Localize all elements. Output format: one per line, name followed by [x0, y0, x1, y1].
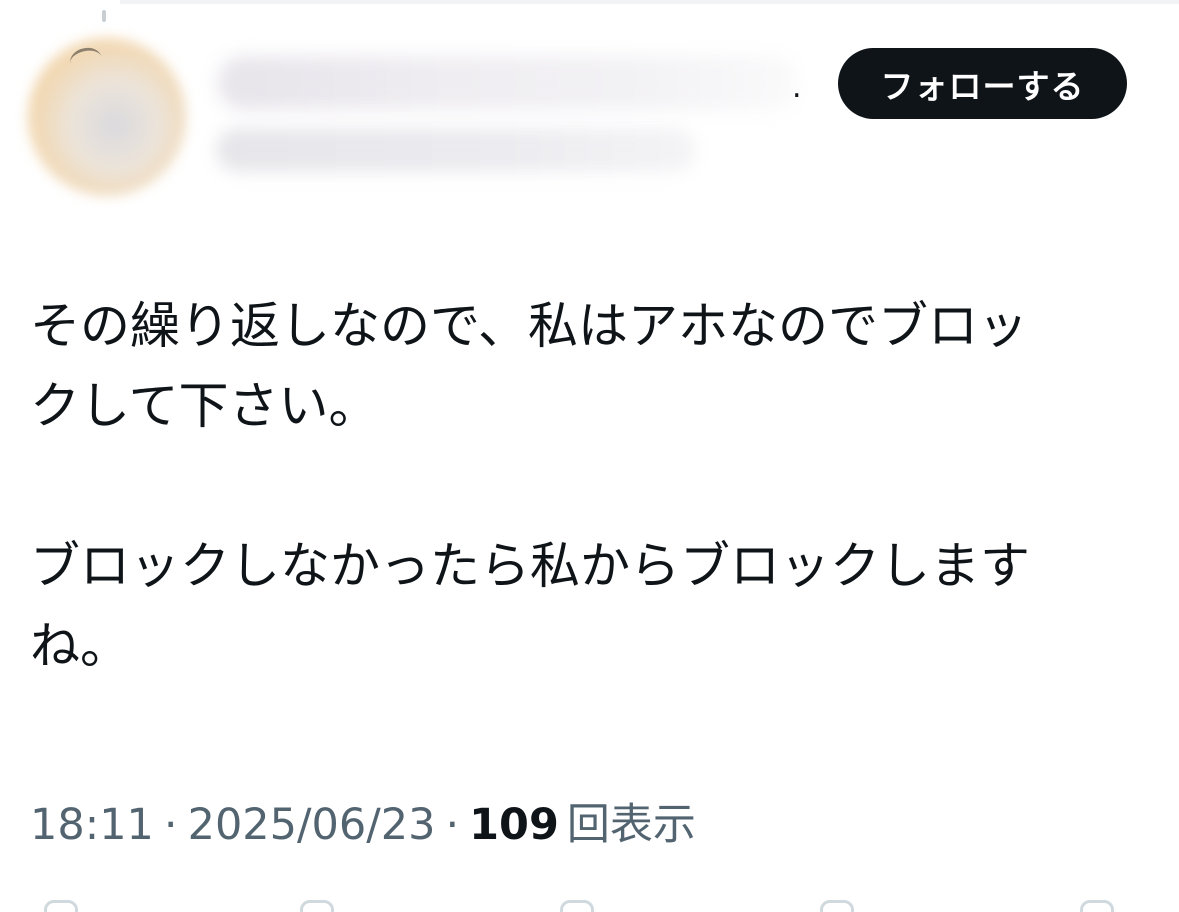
post-text-line: ね。 [30, 617, 130, 675]
post-text: その繰り返しなので、私はアホなのでブロッ クして下さい。 ブロックしなかったら私… [30, 286, 1155, 686]
post-date[interactable]: 2025/06/23 [188, 800, 436, 850]
views-label: 回表示 [566, 800, 696, 850]
like-icon[interactable] [560, 900, 594, 912]
post-text-line: クして下さい。 [30, 377, 379, 435]
username-redacted[interactable] [216, 128, 696, 172]
share-icon[interactable] [1080, 900, 1114, 912]
meta-separator: · [445, 800, 460, 850]
thread-connector [102, 10, 106, 22]
display-name-redacted[interactable] [218, 56, 798, 110]
follow-button[interactable]: フォローする [838, 48, 1127, 119]
meta-separator: · [163, 800, 178, 850]
display-name-suffix: . [792, 70, 802, 105]
post-meta: 18:11 · 2025/06/23 · 109 回表示 [30, 790, 696, 852]
reply-icon[interactable] [44, 900, 78, 912]
post-text-blank-line [30, 446, 1155, 526]
views-count: 109 [469, 800, 559, 850]
retweet-icon[interactable] [300, 900, 334, 912]
post-detail-page: . フォローする その繰り返しなので、私はアホなのでブロッ クして下さい。 ブロ… [0, 0, 1179, 912]
bookmark-icon[interactable] [820, 900, 854, 912]
post-text-line: ブロックしなかったら私からブロックします [30, 537, 1030, 595]
action-bar [0, 900, 1179, 912]
avatar[interactable] [28, 38, 186, 196]
post-text-line: その繰り返しなので、私はアホなのでブロッ [30, 297, 1028, 355]
post-time[interactable]: 18:11 [30, 800, 154, 850]
top-divider [120, 0, 1179, 4]
